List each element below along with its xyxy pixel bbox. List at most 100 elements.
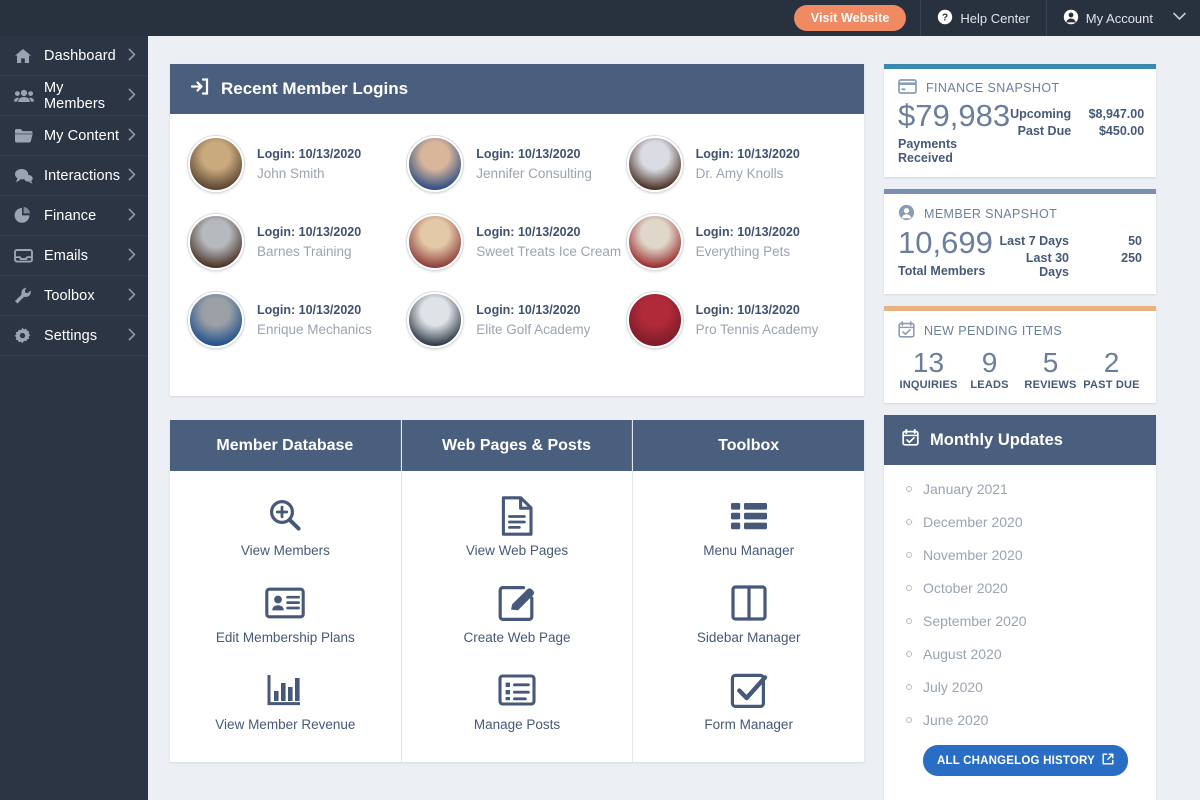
sidebar-item-my-content[interactable]: My Content — [0, 116, 148, 156]
quick-link-label: View Web Pages — [410, 543, 625, 558]
bar-chart-icon — [178, 667, 393, 713]
sign-in-icon — [190, 78, 209, 100]
quick-link-sidebar-manager[interactable]: Sidebar Manager — [641, 580, 856, 645]
pending-count: 9 — [959, 347, 1020, 379]
login-member-name: Sweet Treats Ice Cream — [476, 244, 621, 259]
sidebar-item-dashboard[interactable]: Dashboard — [0, 36, 148, 76]
all-changelog-history-button[interactable]: ALL CHANGELOG HISTORY — [923, 745, 1128, 776]
quick-link-form-manager[interactable]: Form Manager — [641, 667, 856, 732]
monthly-update-item[interactable]: June 2020 — [906, 712, 1138, 728]
pie-chart-icon — [14, 207, 36, 224]
member-login-item[interactable]: Login: 10/13/2020John Smith — [188, 136, 407, 192]
monthly-updates-list: January 2021 December 2020 November 2020 Oc… — [884, 465, 1156, 794]
quick-link-view-member-revenue[interactable]: View Member Revenue — [178, 667, 393, 732]
quick-links-column-title: Toolbox — [633, 420, 864, 471]
monthly-update-item[interactable]: July 2020 — [906, 679, 1138, 695]
monthly-update-item[interactable]: December 2020 — [906, 514, 1138, 530]
member-login-item[interactable]: Login: 10/13/2020Jennifer Consulting — [407, 136, 626, 192]
quick-link-view-members[interactable]: View Members — [178, 493, 393, 558]
pending-items-title: NEW PENDING ITEMS — [924, 324, 1062, 338]
sidebar-item-interactions[interactable]: Interactions — [0, 156, 148, 196]
pending-item-leads[interactable]: 9LEADS — [959, 347, 1020, 391]
monthly-update-item[interactable]: August 2020 — [906, 646, 1138, 662]
member-login-item[interactable]: Login: 10/13/2020Barnes Training — [188, 214, 407, 270]
recent-member-logins-panel: Recent Member Logins Login: 10/13/2020Jo… — [170, 64, 864, 396]
monthly-update-item[interactable]: January 2021 — [906, 481, 1138, 497]
help-center-label: Help Center — [960, 11, 1029, 26]
sidebar-item-label: My Members — [44, 80, 128, 112]
quick-link-menu-manager[interactable]: Menu Manager — [641, 493, 856, 558]
member-breakdown: Last 7 Days 50 Last 30 Days 250 — [993, 226, 1142, 282]
pending-item-reviews[interactable]: 5REVIEWS — [1020, 347, 1081, 391]
right-column: FINANCE SNAPSHOT $79,983 Payments Receiv… — [884, 64, 1156, 800]
pending-count: 2 — [1081, 347, 1142, 379]
member-login-item[interactable]: Login: 10/13/2020Elite Golf Academy — [407, 292, 626, 348]
external-link-icon — [1102, 753, 1114, 768]
sidebar-item-my-members[interactable]: My Members — [0, 76, 148, 116]
avatar — [407, 214, 463, 270]
login-member-name: John Smith — [257, 166, 361, 181]
calendar-check-icon — [902, 429, 919, 451]
sidebar-item-finance[interactable]: Finance — [0, 196, 148, 236]
recent-member-logins-header: Recent Member Logins — [170, 64, 864, 114]
pending-label: LEADS — [959, 379, 1020, 391]
main-content: Recent Member Logins Login: 10/13/2020Jo… — [148, 36, 1200, 800]
member-login-item[interactable]: Login: 10/13/2020Enrique Mechanics — [188, 292, 407, 348]
member-total-label: Total Members — [898, 264, 993, 278]
finance-row-value: $8,947.00 — [1082, 107, 1144, 121]
visit-website-button[interactable]: Visit Website — [794, 5, 907, 31]
chevron-right-icon — [128, 88, 136, 104]
help-center-button[interactable]: ? Help Center — [921, 0, 1045, 36]
quick-link-create-web-page[interactable]: Create Web Page — [410, 580, 625, 645]
id-card-icon — [178, 580, 393, 626]
monthly-update-item[interactable]: November 2020 — [906, 547, 1138, 563]
pending-item-inquiries[interactable]: 13INQUIRIES — [898, 347, 959, 391]
left-column: Recent Member Logins Login: 10/13/2020Jo… — [170, 64, 864, 800]
member-total-value: 10,699 — [898, 226, 993, 260]
quick-link-label: Form Manager — [641, 717, 856, 732]
bullet-icon — [906, 717, 912, 723]
sidebar-item-label: Dashboard — [44, 48, 128, 64]
avatar — [627, 214, 683, 270]
member-row: Last 7 Days 50 — [993, 234, 1142, 248]
sidebar-item-label: Interactions — [44, 168, 128, 184]
finance-snapshot-title-row: FINANCE SNAPSHOT — [898, 79, 1142, 97]
sidebar-item-emails[interactable]: Emails — [0, 236, 148, 276]
quick-links-panel: Member DatabaseView MembersEdit Membersh… — [170, 420, 864, 762]
member-login-item[interactable]: Login: 10/13/2020Pro Tennis Academy — [627, 292, 846, 348]
chevron-right-icon — [128, 208, 136, 224]
finance-breakdown: Upcoming $8,947.00 Past Due $450.00 — [1010, 99, 1144, 141]
chevron-right-icon — [128, 248, 136, 264]
pending-items-grid: 13INQUIRIES9LEADS5REVIEWS2PAST DUE — [898, 343, 1142, 391]
gear-icon — [14, 327, 36, 344]
member-login-item[interactable]: Login: 10/13/2020Sweet Treats Ice Cream — [407, 214, 626, 270]
avatar — [188, 136, 244, 192]
monthly-update-item[interactable]: October 2020 — [906, 580, 1138, 596]
quick-link-manage-posts[interactable]: Manage Posts — [410, 667, 625, 732]
member-login-item[interactable]: Login: 10/13/2020Everything Pets — [627, 214, 846, 270]
login-date: Login: 10/13/2020 — [257, 303, 372, 317]
quick-link-label: View Member Revenue — [178, 717, 393, 732]
monthly-update-item[interactable]: September 2020 — [906, 613, 1138, 629]
quick-links-column: Toolbox Menu Manager Sidebar Manager Form M… — [633, 420, 864, 762]
avatar — [407, 292, 463, 348]
sidebar-item-label: My Content — [44, 128, 128, 144]
pending-label: REVIEWS — [1020, 379, 1081, 391]
folder-icon — [14, 128, 36, 143]
monthly-update-label: December 2020 — [923, 514, 1023, 530]
chevron-down-icon[interactable] — [1169, 12, 1200, 24]
finance-total-value: $79,983 — [898, 99, 1010, 133]
quick-link-label: Create Web Page — [410, 630, 625, 645]
sidebar-item-settings[interactable]: Settings — [0, 316, 148, 356]
quick-link-edit-membership-plans[interactable]: Edit Membership Plans — [178, 580, 393, 645]
inbox-icon — [14, 248, 36, 263]
sidebar-item-toolbox[interactable]: Toolbox — [0, 276, 148, 316]
quick-link-view-web-pages[interactable]: View Web Pages — [410, 493, 625, 558]
pending-item-past-due[interactable]: 2PAST DUE — [1081, 347, 1142, 391]
member-login-item[interactable]: Login: 10/13/2020Dr. Amy Knolls — [627, 136, 846, 192]
my-account-button[interactable]: My Account — [1047, 0, 1169, 36]
user-circle-icon — [898, 204, 915, 224]
quick-link-label: Menu Manager — [641, 543, 856, 558]
bullet-icon — [906, 651, 912, 657]
chevron-right-icon — [128, 328, 136, 344]
